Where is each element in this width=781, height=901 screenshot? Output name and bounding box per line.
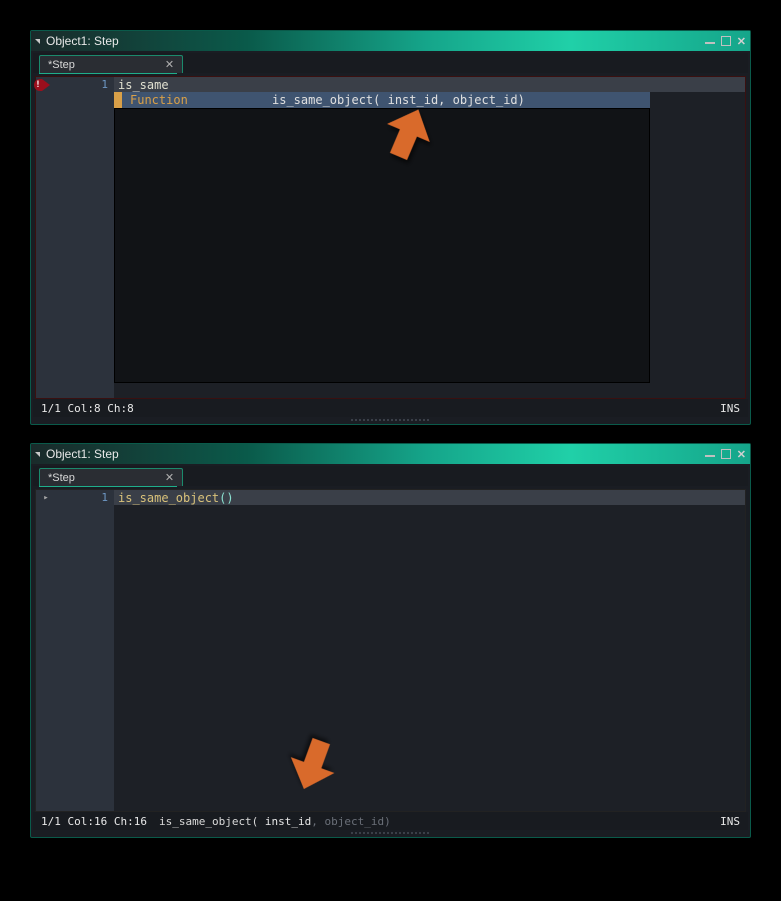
dropdown-icon[interactable] (35, 39, 40, 44)
code-function: is_same_object (118, 491, 219, 505)
insert-mode: INS (720, 815, 740, 828)
code-text: is_same (118, 78, 169, 92)
tab-label: *Step (48, 472, 75, 484)
tab-label: *Step (48, 59, 75, 71)
window-controls: ✕ (705, 448, 746, 461)
autocomplete-item[interactable]: Function is_same_object( inst_id, object… (114, 92, 650, 108)
tab-close-icon[interactable]: ✕ (165, 58, 174, 71)
code-line[interactable]: is_same_object() (114, 490, 745, 505)
tab-bar: *Step ✕ (33, 466, 748, 486)
resize-grip[interactable] (33, 830, 748, 835)
code-area[interactable]: is_same_object() (114, 490, 745, 811)
dropdown-icon[interactable] (35, 452, 40, 457)
status-bar: 1/1 Col:16 Ch:16 is_same_object( inst_id… (33, 812, 748, 830)
resize-grip[interactable] (33, 417, 748, 422)
editor-tab[interactable]: *Step ✕ (39, 55, 183, 73)
title-bar[interactable]: Object1: Step ✕ (31, 31, 750, 51)
editor-tab[interactable]: *Step ✕ (39, 468, 183, 486)
maximize-icon[interactable] (721, 449, 731, 459)
gutter-line: ▸ 1 (36, 490, 114, 505)
fold-chevron-icon[interactable]: ▸ (36, 493, 56, 503)
insert-mode: INS (720, 402, 740, 415)
tab-close-icon[interactable]: ✕ (165, 471, 174, 484)
tab-underline (39, 486, 177, 487)
annotation-arrow-icon (276, 727, 350, 801)
window-title: Object1: Step (46, 34, 705, 48)
autocomplete-kind: Function (122, 93, 272, 107)
client-area: *Step ✕ ! 1 is_same (31, 51, 750, 424)
window-title: Object1: Step (46, 447, 705, 461)
signature-hint: is_same_object( inst_id, object_id) (159, 815, 391, 828)
tab-bar: *Step ✕ (33, 53, 748, 73)
gutter-line: ! 1 (36, 77, 114, 92)
minimize-icon[interactable] (705, 455, 715, 457)
title-bar[interactable]: Object1: Step ✕ (31, 444, 750, 464)
close-icon[interactable]: ✕ (737, 448, 746, 461)
code-area[interactable]: is_same Function is_same_object( inst_id… (114, 77, 745, 398)
code-window-2: Object1: Step ✕ *Step ✕ ▸ 1 is_same_ (30, 443, 751, 838)
tab-underline (39, 73, 177, 74)
cursor-position: 1/1 Col:16 Ch:16 (41, 815, 147, 828)
client-area: *Step ✕ ▸ 1 is_same_object() 1/ (31, 464, 750, 837)
error-marker-icon[interactable]: ! (38, 79, 54, 91)
gutter: ! 1 (36, 77, 114, 398)
cursor-position: 1/1 Col:8 Ch:8 (41, 402, 134, 415)
gutter: ▸ 1 (36, 490, 114, 811)
code-editor[interactable]: ! 1 is_same Function is_same_object( ins… (35, 76, 746, 399)
line-number: 1 (56, 491, 114, 504)
status-bar: 1/1 Col:8 Ch:8 INS (33, 399, 748, 417)
minimize-icon[interactable] (705, 42, 715, 44)
code-line[interactable]: is_same (114, 77, 745, 92)
close-icon[interactable]: ✕ (737, 35, 746, 48)
maximize-icon[interactable] (721, 36, 731, 46)
code-editor[interactable]: ▸ 1 is_same_object() (35, 489, 746, 812)
code-parens: () (219, 491, 233, 505)
autocomplete-badge-icon (114, 92, 122, 108)
code-window-1: Object1: Step ✕ *Step ✕ ! (30, 30, 751, 425)
window-controls: ✕ (705, 35, 746, 48)
line-number: 1 (56, 78, 114, 91)
